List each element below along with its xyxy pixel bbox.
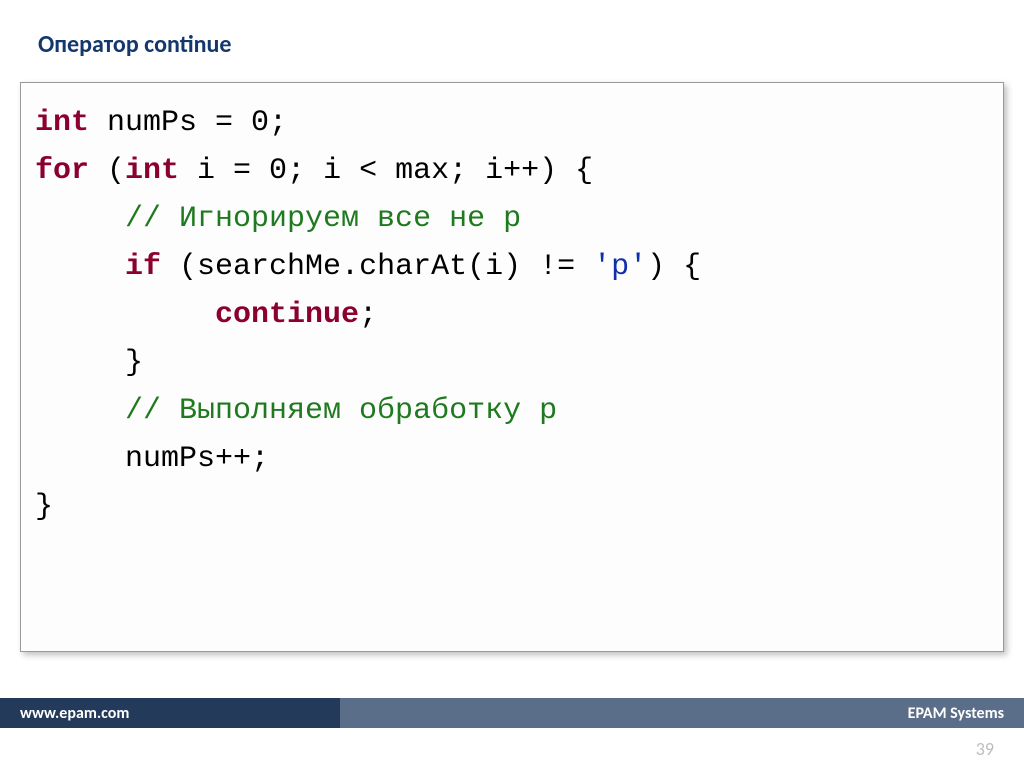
code-text: (searchMe.charAt(i) !=: [161, 250, 593, 284]
comment: // Выполняем обработку p: [125, 394, 557, 428]
slide-title: Оператор continue: [38, 30, 232, 59]
code-block: int numPs = 0; for (int i = 0; i < max; …: [35, 99, 989, 531]
slide: Оператор continue int numPs = 0; for (in…: [0, 0, 1024, 768]
code-line-7: // Выполняем обработку p: [35, 394, 557, 428]
footer-url: www.epam.com: [0, 698, 340, 728]
code-text: ) {: [647, 250, 701, 284]
footer-spacer: [340, 698, 864, 728]
code-line-2: for (int i = 0; i < max; i++) {: [35, 154, 593, 188]
string-literal: 'p': [593, 250, 647, 284]
code-text: numPs++;: [125, 442, 269, 476]
page-number: 39: [976, 738, 994, 760]
indent: [35, 346, 125, 380]
code-text: i = 0; i < max; i++) {: [179, 154, 593, 188]
indent: [35, 442, 125, 476]
keyword-int: int: [35, 106, 89, 140]
code-line-8: numPs++;: [35, 442, 269, 476]
footer-brand: EPAM Systems: [864, 698, 1024, 728]
code-text: (: [89, 154, 125, 188]
code-line-4: if (searchMe.charAt(i) != 'p') {: [35, 250, 701, 284]
code-line-5: continue;: [35, 298, 377, 332]
code-line-1: int numPs = 0;: [35, 106, 287, 140]
code-line-6: }: [35, 346, 143, 380]
indent: [35, 250, 125, 284]
keyword-for: for: [35, 154, 89, 188]
comment: // Игнорируем все не p: [125, 202, 521, 236]
code-text: numPs = 0;: [89, 106, 287, 140]
indent: [35, 394, 125, 428]
code-box: int numPs = 0; for (int i = 0; i < max; …: [20, 82, 1004, 652]
footer-bar: www.epam.com EPAM Systems: [0, 698, 1024, 728]
indent: [35, 202, 125, 236]
code-line-3: // Игнорируем все не p: [35, 202, 521, 236]
keyword-if: if: [125, 250, 161, 284]
code-line-9: }: [35, 490, 53, 524]
indent: [35, 298, 215, 332]
keyword-int: int: [125, 154, 179, 188]
keyword-continue: continue: [215, 298, 359, 332]
code-text: }: [35, 490, 53, 524]
code-text: ;: [359, 298, 377, 332]
code-text: }: [125, 346, 143, 380]
